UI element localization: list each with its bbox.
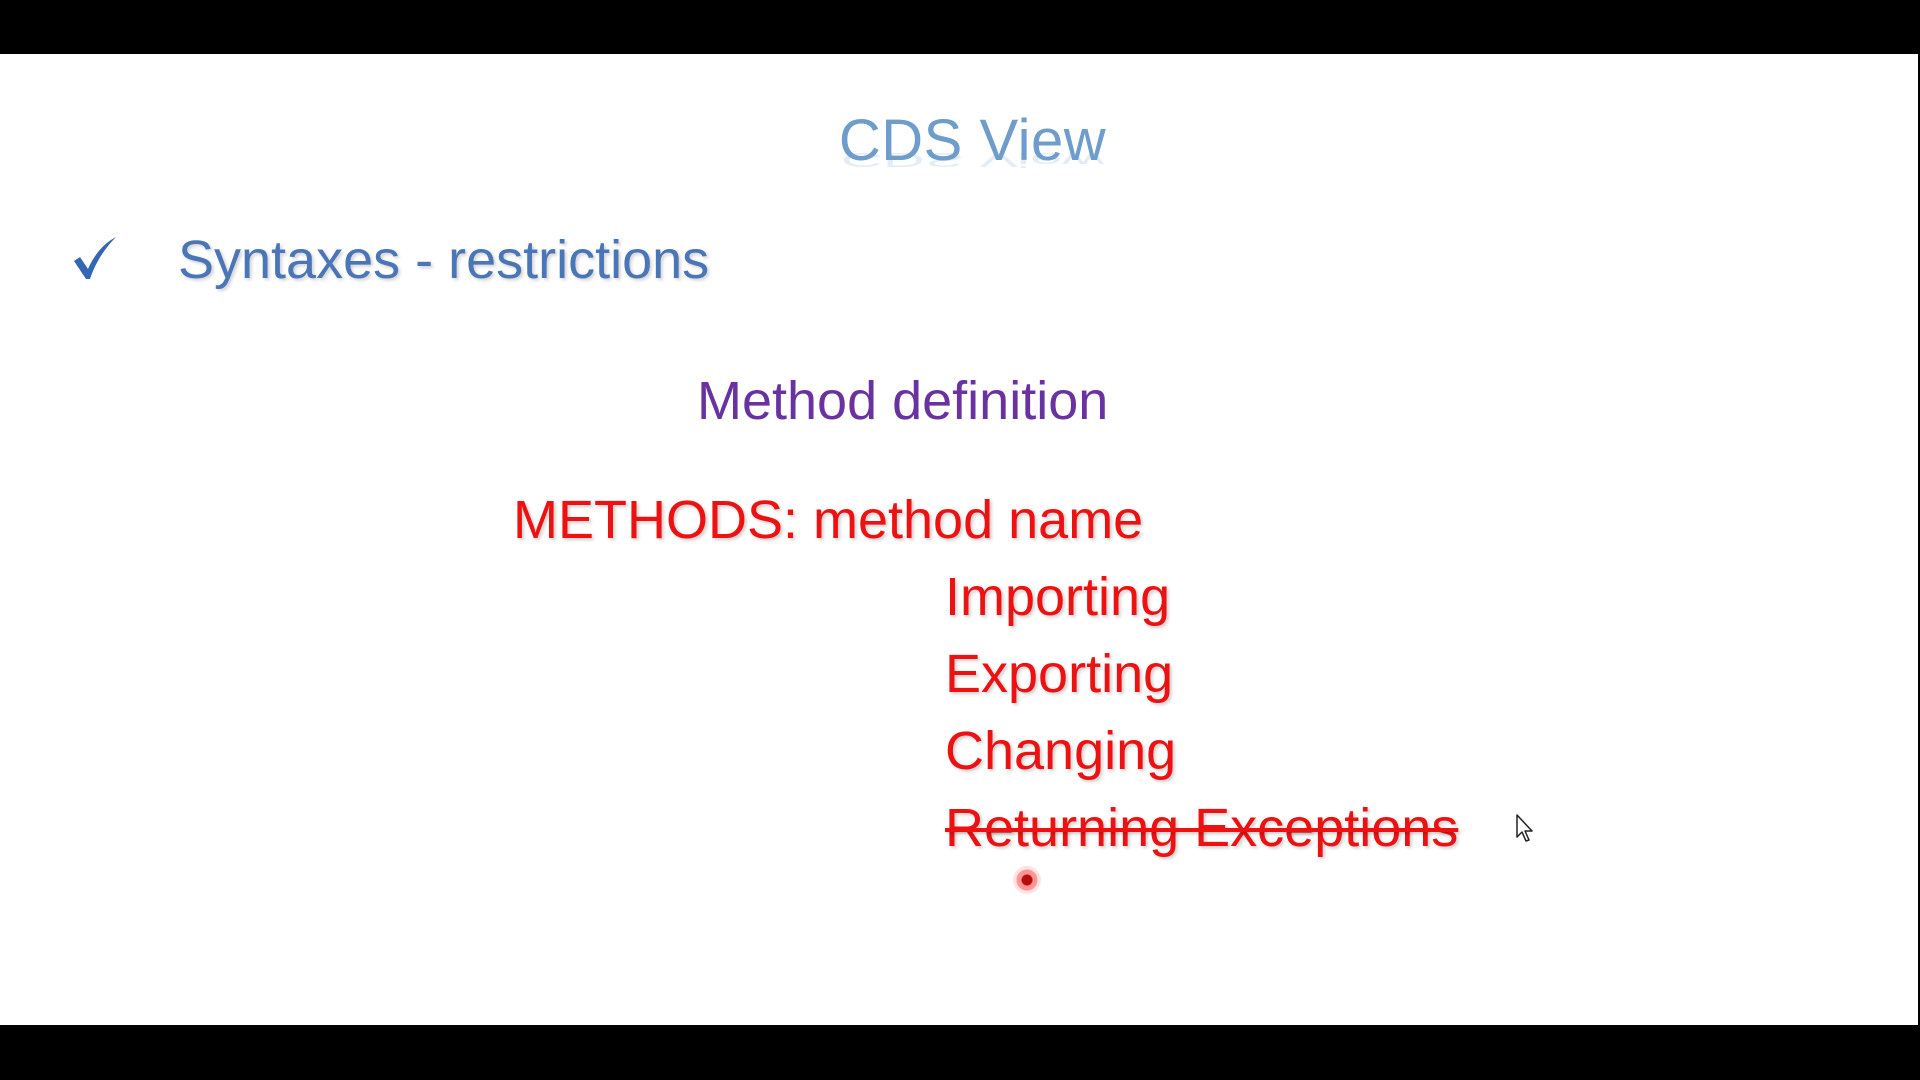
methods-header: METHODS: method name bbox=[513, 490, 1144, 550]
methods-definition: METHODS: method name Importing Exporting… bbox=[513, 482, 1458, 867]
param-changing: Changing bbox=[945, 721, 1177, 781]
param-exporting: Exporting bbox=[945, 644, 1174, 704]
subheading: Method definition bbox=[697, 371, 1109, 431]
checkmark-icon bbox=[74, 237, 116, 279]
presentation-slide: CDS View CDS View Syntaxes - restriction… bbox=[0, 54, 1918, 1025]
slide-title: CDS View bbox=[838, 108, 1107, 173]
laser-pointer-icon bbox=[1013, 866, 1041, 894]
param-returning-exceptions-struck: Returning Exceptions bbox=[945, 798, 1459, 858]
param-importing: Importing bbox=[945, 567, 1171, 627]
mouse-cursor-icon bbox=[1516, 814, 1533, 842]
video-letterbox-bottom bbox=[0, 1025, 1920, 1080]
video-letterbox-top bbox=[0, 0, 1920, 54]
bullet-item: Syntaxes - restrictions bbox=[70, 220, 709, 300]
bullet-text: Syntaxes - restrictions bbox=[178, 230, 710, 290]
